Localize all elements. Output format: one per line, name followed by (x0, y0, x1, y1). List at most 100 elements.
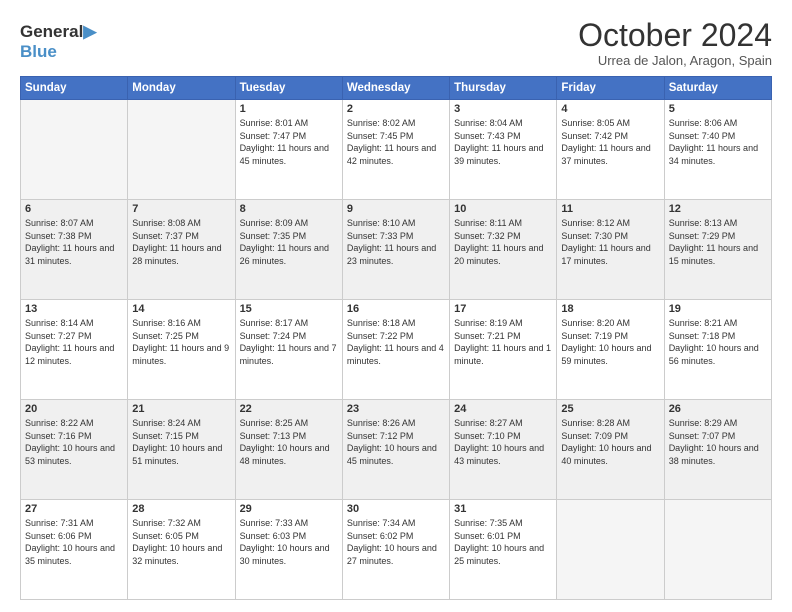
table-cell: 24Sunrise: 8:27 AMSunset: 7:10 PMDayligh… (450, 400, 557, 500)
table-cell (557, 500, 664, 600)
day-info: Sunrise: 8:01 AMSunset: 7:47 PMDaylight:… (240, 117, 338, 167)
table-cell (21, 100, 128, 200)
day-info: Sunrise: 8:22 AMSunset: 7:16 PMDaylight:… (25, 417, 123, 467)
table-cell: 2Sunrise: 8:02 AMSunset: 7:45 PMDaylight… (342, 100, 449, 200)
table-cell: 3 Sunrise: 8:04 AMSunset: 7:43 PMDaylight… (450, 100, 557, 200)
table-cell: 9 Sunrise: 8:10 AMSunset: 7:33 PMDaylight… (342, 200, 449, 300)
day-number: 27 (25, 503, 123, 515)
logo-line1: General▶ (20, 22, 96, 42)
logo: General▶ Blue (20, 22, 96, 61)
day-info: Sunrise: 8:10 AMSunset: 7:33 PMDaylight:… (347, 217, 445, 267)
table-cell: 25 Sunrise: 8:28 AMSunset: 7:09 PMDayligh… (557, 400, 664, 500)
day-info: Sunrise: 8:27 AMSunset: 7:10 PMDaylight:… (454, 417, 552, 467)
day-number: 22 (240, 403, 338, 415)
day-info: Sunrise: 8:07 AMSunset: 7:38 PMDaylight:… (25, 217, 123, 267)
day-number: 25 (561, 403, 659, 415)
day-info: Sunrise: 8:24 AMSunset: 7:15 PMDaylight:… (132, 417, 230, 467)
day-info: Sunrise: 8:19 AMSunset: 7:21 PMDaylight:… (454, 317, 552, 367)
table-cell: 16 Sunrise: 8:18 AMSunset: 7:22 PMDayligh… (342, 300, 449, 400)
day-number: 14 (132, 303, 230, 315)
col-saturday: Saturday (664, 77, 771, 100)
day-number: 23 (347, 403, 445, 415)
day-number: 8 (240, 203, 338, 215)
day-number: 1 (240, 103, 338, 115)
table-cell: 28 Sunrise: 7:32 AMSunset: 6:05 PMDayligh… (128, 500, 235, 600)
day-info: Sunrise: 7:34 AMSunset: 6:02 PMDaylight:… (347, 517, 445, 567)
table-cell: 30 Sunrise: 7:34 AMSunset: 6:02 PMDayligh… (342, 500, 449, 600)
day-number: 19 (669, 303, 767, 315)
col-thursday: Thursday (450, 77, 557, 100)
table-cell: 23Sunrise: 8:26 AMSunset: 7:12 PMDayligh… (342, 400, 449, 500)
day-number: 31 (454, 503, 552, 515)
day-number: 5 (669, 103, 767, 115)
table-cell: 20 Sunrise: 8:22 AMSunset: 7:16 PMDayligh… (21, 400, 128, 500)
col-sunday: Sunday (21, 77, 128, 100)
day-number: 21 (132, 403, 230, 415)
table-cell: 18 Sunrise: 8:20 AMSunset: 7:19 PMDayligh… (557, 300, 664, 400)
table-cell: 17Sunrise: 8:19 AMSunset: 7:21 PMDayligh… (450, 300, 557, 400)
day-number: 26 (669, 403, 767, 415)
day-number: 3 (454, 103, 552, 115)
day-number: 10 (454, 203, 552, 215)
day-number: 28 (132, 503, 230, 515)
day-number: 29 (240, 503, 338, 515)
day-number: 7 (132, 203, 230, 215)
day-info: Sunrise: 8:29 AMSunset: 7:07 PMDaylight:… (669, 417, 767, 467)
table-cell: 31 Sunrise: 7:35 AMSunset: 6:01 PMDayligh… (450, 500, 557, 600)
table-cell: 26 Sunrise: 8:29 AMSunset: 7:07 PMDayligh… (664, 400, 771, 500)
table-cell: 19 Sunrise: 8:21 AMSunset: 7:18 PMDayligh… (664, 300, 771, 400)
table-cell: 29 Sunrise: 7:33 AMSunset: 6:03 PMDayligh… (235, 500, 342, 600)
table-cell: 13 Sunrise: 8:14 AMSunset: 7:27 PMDayligh… (21, 300, 128, 400)
day-info: Sunrise: 8:14 AMSunset: 7:27 PMDaylight:… (25, 317, 123, 367)
table-cell: 1 Sunrise: 8:01 AMSunset: 7:47 PMDaylight… (235, 100, 342, 200)
day-number: 4 (561, 103, 659, 115)
location: Urrea de Jalon, Aragon, Spain (578, 53, 772, 68)
day-info: Sunrise: 8:18 AMSunset: 7:22 PMDaylight:… (347, 317, 445, 367)
day-number: 30 (347, 503, 445, 515)
day-info: Sunrise: 7:33 AMSunset: 6:03 PMDaylight:… (240, 517, 338, 567)
day-info: Sunrise: 8:06 AMSunset: 7:40 PMDaylight:… (669, 117, 767, 167)
day-number: 16 (347, 303, 445, 315)
day-info: Sunrise: 8:25 AMSunset: 7:13 PMDaylight:… (240, 417, 338, 467)
logo-line2: Blue (20, 42, 96, 62)
day-info: Sunrise: 7:35 AMSunset: 6:01 PMDaylight:… (454, 517, 552, 567)
day-info: Sunrise: 8:16 AMSunset: 7:25 PMDaylight:… (132, 317, 230, 367)
table-cell: 7Sunrise: 8:08 AMSunset: 7:37 PMDaylight… (128, 200, 235, 300)
table-cell: 27Sunrise: 7:31 AMSunset: 6:06 PMDayligh… (21, 500, 128, 600)
day-number: 12 (669, 203, 767, 215)
page: General▶ Blue October 2024 Urrea de Jalo… (0, 0, 792, 612)
col-monday: Monday (128, 77, 235, 100)
table-cell: 12 Sunrise: 8:13 AMSunset: 7:29 PMDayligh… (664, 200, 771, 300)
day-info: Sunrise: 8:13 AMSunset: 7:29 PMDaylight:… (669, 217, 767, 267)
table-cell (664, 500, 771, 600)
day-info: Sunrise: 8:11 AMSunset: 7:32 PMDaylight:… (454, 217, 552, 267)
table-cell: 8 Sunrise: 8:09 AMSunset: 7:35 PMDaylight… (235, 200, 342, 300)
day-number: 2 (347, 103, 445, 115)
table-cell: 14 Sunrise: 8:16 AMSunset: 7:25 PMDayligh… (128, 300, 235, 400)
header: General▶ Blue October 2024 Urrea de Jalo… (20, 18, 772, 68)
col-friday: Friday (557, 77, 664, 100)
calendar-table: Sunday Monday Tuesday Wednesday Thursday… (20, 76, 772, 600)
day-number: 13 (25, 303, 123, 315)
day-info: Sunrise: 8:04 AMSunset: 7:43 PMDaylight:… (454, 117, 552, 167)
table-cell: 10 Sunrise: 8:11 AMSunset: 7:32 PMDayligh… (450, 200, 557, 300)
month-title: October 2024 (578, 18, 772, 53)
table-cell: 4Sunrise: 8:05 AMSunset: 7:42 PMDaylight… (557, 100, 664, 200)
table-cell: 5 Sunrise: 8:06 AMSunset: 7:40 PMDaylight… (664, 100, 771, 200)
day-info: Sunrise: 8:21 AMSunset: 7:18 PMDaylight:… (669, 317, 767, 367)
day-info: Sunrise: 8:20 AMSunset: 7:19 PMDaylight:… (561, 317, 659, 367)
calendar-header-row: Sunday Monday Tuesday Wednesday Thursday… (21, 77, 772, 100)
day-info: Sunrise: 8:09 AMSunset: 7:35 PMDaylight:… (240, 217, 338, 267)
day-number: 20 (25, 403, 123, 415)
col-tuesday: Tuesday (235, 77, 342, 100)
day-number: 6 (25, 203, 123, 215)
day-number: 11 (561, 203, 659, 215)
day-info: Sunrise: 8:17 AMSunset: 7:24 PMDaylight:… (240, 317, 338, 367)
day-info: Sunrise: 8:28 AMSunset: 7:09 PMDaylight:… (561, 417, 659, 467)
day-number: 18 (561, 303, 659, 315)
day-info: Sunrise: 7:32 AMSunset: 6:05 PMDaylight:… (132, 517, 230, 567)
table-cell (128, 100, 235, 200)
table-cell: 11Sunrise: 8:12 AMSunset: 7:30 PMDayligh… (557, 200, 664, 300)
day-number: 9 (347, 203, 445, 215)
table-cell: 22 Sunrise: 8:25 AMSunset: 7:13 PMDayligh… (235, 400, 342, 500)
